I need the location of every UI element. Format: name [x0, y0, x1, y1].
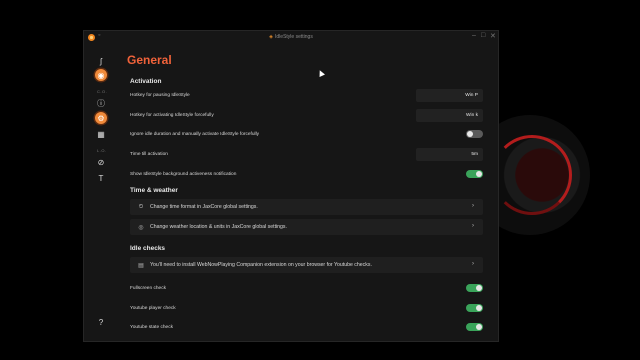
- time-format-text: Change time format in JaxCore global set…: [150, 204, 258, 210]
- sidebar: ʃ ◉ C.O. ⓘ ⚙ ▦ L.O. ⊘ T ?: [84, 44, 118, 343]
- toggle-knob: [476, 171, 482, 177]
- hotkey-activate-input[interactable]: Win k: [416, 109, 483, 122]
- webnowplaying-info-link[interactable]: ▤ You'll need to install WebNowPlaying C…: [130, 257, 483, 273]
- section-heading-idle-checks: Idle checks: [130, 245, 166, 252]
- hotkey-pause-input[interactable]: Win P: [416, 89, 483, 102]
- chevron-right-icon: ›: [472, 223, 474, 229]
- settings-gear-icon[interactable]: ⚙: [95, 112, 107, 124]
- hotkey-pause-row: Hotkey for pausing IdleStyle Win P: [130, 89, 483, 102]
- widgets-icon[interactable]: ▦: [95, 128, 107, 140]
- youtube-player-check-row: Youtube player check: [130, 302, 483, 315]
- youtube-player-check-label: Youtube player check: [130, 306, 176, 311]
- webnowplaying-info-text: You'll need to install WebNowPlaying Com…: [150, 262, 372, 268]
- sidebar-category-label: L.O.: [97, 148, 107, 153]
- show-notification-label: Show IdleStyle background activeness not…: [130, 172, 237, 177]
- clock-settings-icon: ⏲: [138, 203, 144, 210]
- desktop: ◦ ◈ IdleStyle settings – □ ✕ ʃ ◉ C.O. ⓘ ⚙…: [0, 0, 640, 360]
- globe-icon: ◎: [138, 224, 144, 231]
- settings-window: ◦ ◈ IdleStyle settings – □ ✕ ʃ ◉ C.O. ⓘ ⚙…: [83, 30, 499, 342]
- hotkey-activate-row: Hotkey for activating IdleStyle forceful…: [130, 109, 483, 122]
- minimize-button[interactable]: –: [472, 32, 476, 39]
- youtube-state-check-toggle[interactable]: [466, 323, 483, 331]
- show-notification-toggle[interactable]: [466, 170, 483, 178]
- time-format-link[interactable]: ⏲ Change time format in JaxCore global s…: [130, 199, 483, 215]
- page-title: General: [127, 53, 172, 67]
- weather-settings-text: Change weather location & units in JaxCo…: [150, 224, 287, 230]
- section-heading-time-weather: Time & weather: [130, 187, 178, 194]
- fullscreen-check-label: Fullscreen check: [130, 286, 166, 291]
- title-bar[interactable]: ◦ ◈ IdleStyle settings – □ ✕: [84, 31, 498, 44]
- toggle-knob: [476, 305, 482, 311]
- idlestyle-icon[interactable]: ◉: [95, 69, 107, 81]
- window-title: ◈ IdleStyle settings: [84, 34, 498, 40]
- youtube-state-check-label: Youtube state check: [130, 325, 174, 330]
- info-icon[interactable]: ⓘ: [95, 97, 107, 109]
- fullscreen-check-row: Fullscreen check: [130, 282, 483, 295]
- hotkey-pause-label: Hotkey for pausing IdleStyle: [130, 93, 190, 98]
- youtube-state-check-row: Youtube state check: [130, 321, 483, 334]
- ignore-idle-toggle[interactable]: [466, 130, 483, 138]
- fullscreen-check-toggle[interactable]: [466, 284, 483, 292]
- weather-settings-link[interactable]: ◎ Change weather location & units in Jax…: [130, 219, 483, 235]
- window-title-text: IdleStyle settings: [275, 34, 313, 40]
- ignore-idle-row: Ignore idle duration and manually activa…: [130, 128, 483, 141]
- maximize-button[interactable]: □: [481, 32, 485, 39]
- link-icon[interactable]: ⊘: [95, 156, 107, 168]
- wallpaper-ring: [492, 135, 572, 215]
- youtube-player-check-toggle[interactable]: [466, 304, 483, 312]
- palette-icon: ◈: [269, 34, 274, 40]
- sidebar-category-label: C.O.: [97, 89, 108, 94]
- chevron-right-icon: ›: [472, 261, 474, 267]
- ignore-idle-label: Ignore idle duration and manually activa…: [130, 132, 260, 137]
- time-till-activation-label: Time till activation: [130, 152, 168, 157]
- close-button[interactable]: ✕: [490, 32, 496, 40]
- time-till-activation-row: Time till activation 5m: [130, 148, 483, 161]
- toggle-knob: [476, 324, 482, 330]
- show-notification-row: Show IdleStyle background activeness not…: [130, 168, 483, 181]
- main-content: General Activation Hotkey for pausing Id…: [118, 44, 498, 343]
- hotkey-activate-label: Hotkey for activating IdleStyle forceful…: [130, 113, 214, 118]
- help-icon[interactable]: ?: [95, 316, 107, 328]
- toggle-knob: [476, 285, 482, 291]
- time-till-activation-input[interactable]: 5m: [416, 148, 483, 161]
- document-icon: ▤: [138, 262, 144, 269]
- jaxcore-icon[interactable]: ʃ: [95, 55, 107, 67]
- text-tool-icon[interactable]: T: [95, 172, 107, 184]
- toggle-knob: [467, 131, 473, 137]
- section-heading-activation: Activation: [130, 78, 162, 85]
- chevron-right-icon: ›: [472, 203, 474, 209]
